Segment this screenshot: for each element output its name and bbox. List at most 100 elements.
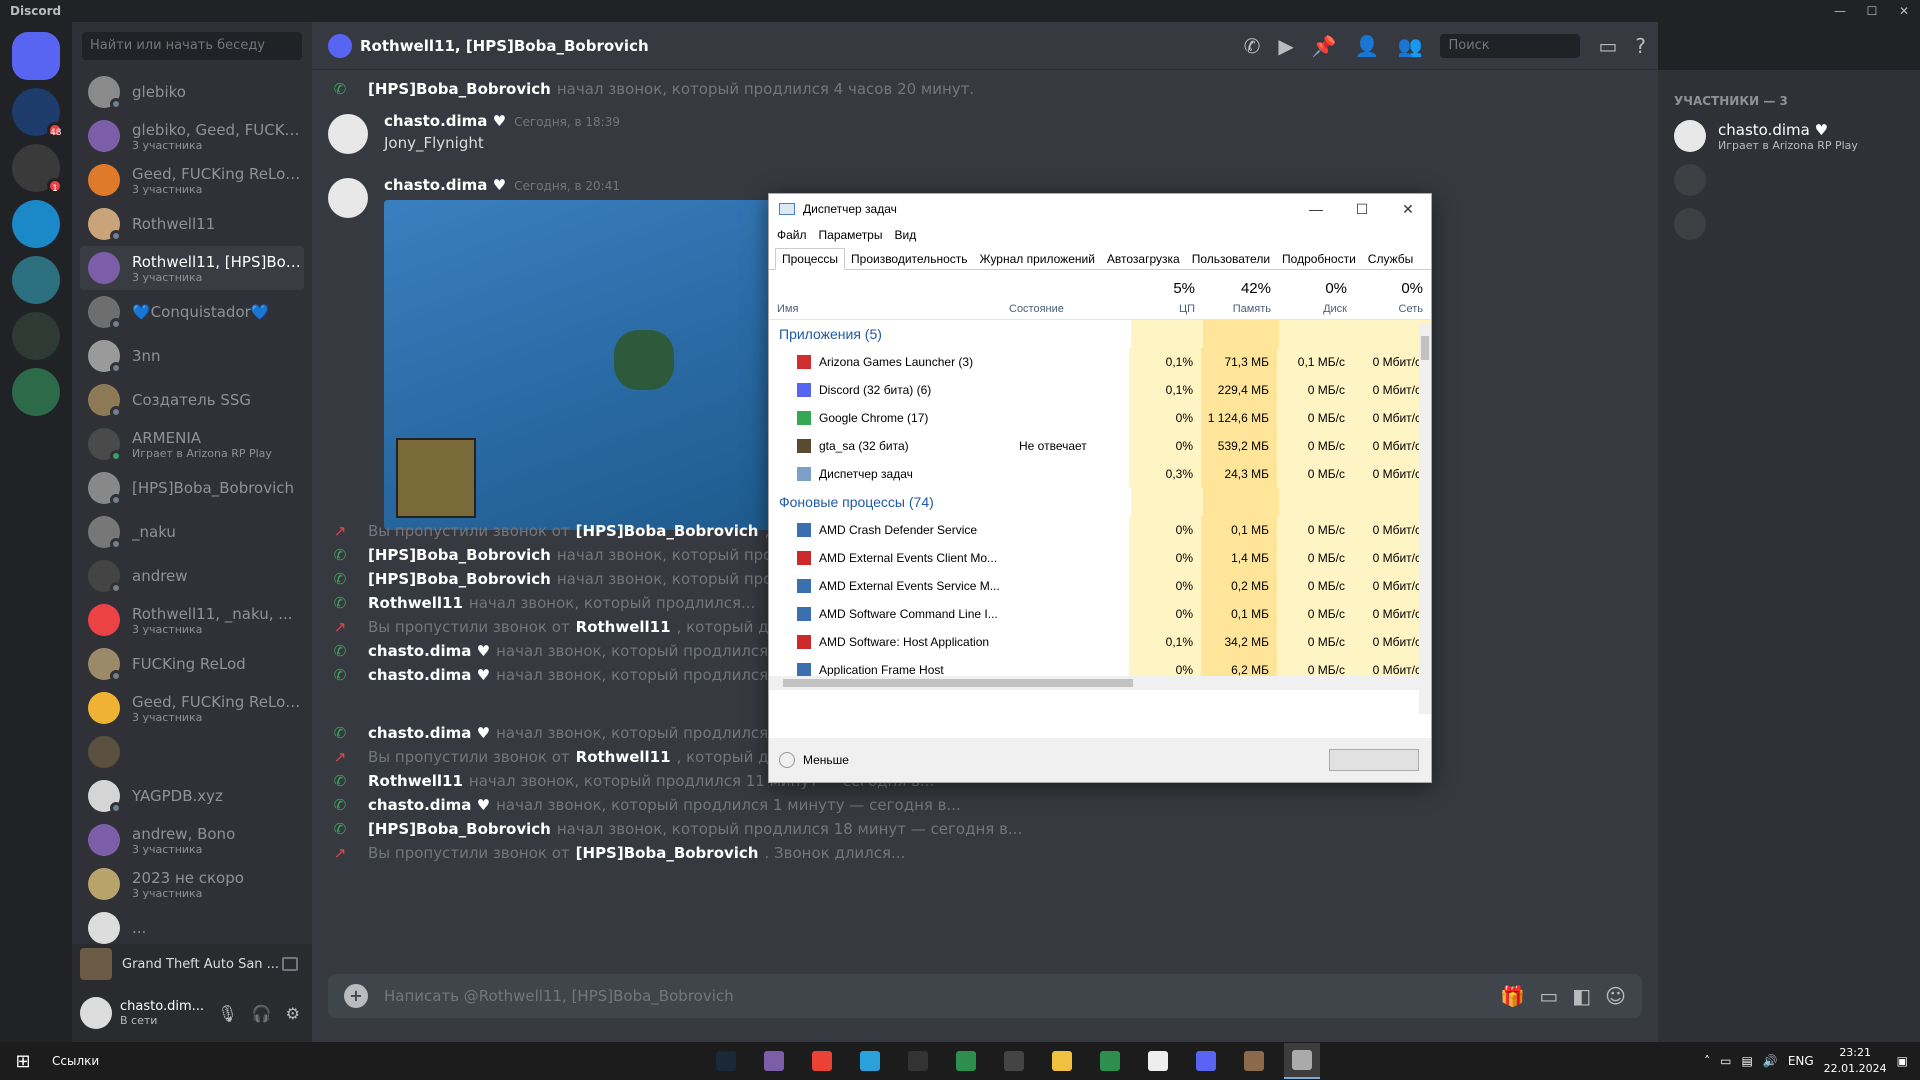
process-row[interactable]: Диспетчер задач 0,3% 24,3 МБ 0 МБ/с 0 Мбит/с (769, 460, 1431, 488)
settings-gear-icon[interactable]: ⚙ (286, 1004, 300, 1023)
app-icon[interactable] (948, 1043, 984, 1079)
stream-icon[interactable] (282, 957, 298, 971)
taskmgr-icon[interactable] (1284, 1043, 1320, 1079)
server-icon[interactable] (12, 256, 60, 304)
gta-icon[interactable] (1236, 1043, 1272, 1079)
gift-icon[interactable]: 🎁 (1500, 984, 1525, 1008)
server-icon[interactable]: 1 (12, 144, 63, 194)
dm-item[interactable]: glebiko (80, 70, 304, 114)
vertical-scrollbar[interactable] (1419, 324, 1431, 714)
gif-icon[interactable]: ▭ (1539, 984, 1558, 1008)
column-network[interactable]: 0% Сеть (1355, 270, 1431, 319)
dm-item[interactable]: YAGPDB.xyz (80, 774, 304, 818)
process-row[interactable]: AMD Software Command Line I... 0% 0,1 МБ 0 … (769, 600, 1431, 628)
language-indicator[interactable]: ENG (1788, 1054, 1814, 1068)
video-icon[interactable]: ▶ (1278, 34, 1293, 58)
server-icon[interactable] (12, 200, 60, 248)
call-icon[interactable]: ✆ (1244, 34, 1261, 58)
end-task-button[interactable] (1329, 749, 1419, 771)
dm-item[interactable]: 3nn (80, 334, 304, 378)
message-author[interactable]: Rothwell11 (368, 772, 463, 790)
microphone-icon[interactable]: 🎙 (217, 1004, 237, 1023)
dm-item[interactable]: Rothwell11, _naku, ... 3 участника (80, 598, 304, 642)
message-author[interactable]: chasto.dima ♥ (368, 724, 490, 742)
member-item[interactable] (1658, 202, 1920, 246)
menu-item[interactable]: Параметры (819, 228, 883, 242)
process-row[interactable]: Discord (32 бита) (6) 0,1% 229,4 МБ 0 МБ/с 0… (769, 376, 1431, 404)
chevron-up-icon[interactable] (779, 752, 795, 768)
dm-item[interactable]: Rothwell11 (80, 202, 304, 246)
headphones-icon[interactable]: 🎧 (252, 1004, 272, 1023)
avatar[interactable] (328, 114, 368, 154)
tab-item[interactable]: Пользователи (1186, 249, 1276, 269)
taskbar-links[interactable]: Ссылки (52, 1054, 99, 1068)
message-author[interactable]: chasto.dima ♥ Сегодня, в 18:39 (384, 112, 620, 130)
menu-item[interactable]: Вид (894, 228, 916, 242)
close-icon[interactable]: ✕ (1385, 201, 1431, 218)
member-item[interactable]: chasto.dima ♥ Играет в Arizona RP Play (1658, 114, 1920, 158)
chrome-icon[interactable] (804, 1043, 840, 1079)
dm-item[interactable]: 💙Conquistador💙 (80, 290, 304, 334)
column-state[interactable]: Состояние (1009, 303, 1064, 315)
process-row[interactable]: AMD Crash Defender Service 0% 0,1 МБ 0 МБ/с… (769, 516, 1431, 544)
network-icon[interactable]: ▤ (1742, 1054, 1753, 1068)
maximize-icon[interactable]: ☐ (1339, 201, 1385, 218)
windows-start-icon[interactable]: ⊞ (0, 1051, 46, 1072)
message-author[interactable]: Rothwell11 (576, 618, 671, 636)
discord-home-icon[interactable] (12, 32, 60, 80)
telegram-icon[interactable] (852, 1043, 888, 1079)
message-author[interactable]: chasto.dima ♥ (368, 666, 490, 684)
close-icon[interactable]: ✕ (1888, 4, 1920, 18)
inbox-icon[interactable]: ▭ (1598, 34, 1617, 58)
dm-item[interactable]: FUCKing ReLod (80, 642, 304, 686)
server-icon[interactable] (12, 368, 60, 416)
message-author[interactable]: [HPS]Boba_Bobrovich (368, 570, 551, 588)
menu-item[interactable]: Файл (777, 228, 807, 242)
screenshot-attachment[interactable] (384, 200, 784, 530)
process-row[interactable]: AMD Software: Host Application 0,1% 34,2 М… (769, 628, 1431, 656)
dm-item[interactable]: Rothwell11, [HPS]Bob... 3 участника (80, 246, 304, 290)
app2-icon[interactable] (1092, 1043, 1128, 1079)
discord-icon[interactable] (1188, 1043, 1224, 1079)
member-item[interactable] (1658, 158, 1920, 202)
message-input[interactable]: Написать @Rothwell11, [HPS]Boba_Bobrovic… (384, 987, 734, 1005)
horizontal-scrollbar[interactable] (769, 676, 1419, 690)
dm-item[interactable]: Создатель SSG (80, 378, 304, 422)
chevron-up-icon[interactable]: ˄ (1704, 1054, 1710, 1068)
message-author[interactable]: [HPS]Boba_Bobrovich (576, 522, 759, 540)
column-memory[interactable]: 42% Память (1203, 270, 1279, 319)
dm-item[interactable]: 2023 не скоро 3 участника (80, 862, 304, 906)
sticker-icon[interactable]: ◧ (1572, 984, 1591, 1008)
activity-bar[interactable]: Grand Theft Auto San ... (72, 944, 312, 984)
notifications-icon[interactable]: ▣ (1897, 1054, 1908, 1068)
tab-item[interactable]: Службы (1362, 249, 1419, 269)
tab-item[interactable]: Процессы (775, 248, 846, 270)
message-author[interactable]: [HPS]Boba_Bobrovich (576, 844, 759, 862)
tab-item[interactable]: Автозагрузка (1101, 249, 1186, 269)
dm-item[interactable]: andrew, Bono 3 участника (80, 818, 304, 862)
emoji-icon[interactable]: ☺ (1605, 984, 1626, 1008)
process-row[interactable]: Arizona Games Launcher (3) 0,1% 71,3 МБ 0,1… (769, 348, 1431, 376)
dm-item[interactable] (80, 730, 304, 774)
message-author[interactable]: Rothwell11 (576, 748, 671, 766)
fewer-details-link[interactable]: Меньше (803, 753, 849, 767)
volume-icon[interactable]: 🔊 (1763, 1054, 1778, 1068)
member-list-icon[interactable]: 👥 (1398, 34, 1423, 58)
explorer-icon[interactable] (1044, 1043, 1080, 1079)
dm-item[interactable]: glebiko, Geed, FUCKi... 3 участника (80, 114, 304, 158)
message-author[interactable]: [HPS]Boba_Bobrovich (368, 546, 551, 564)
add-attachment-icon[interactable]: + (344, 984, 368, 1008)
chat-search-input[interactable]: Поиск (1440, 33, 1581, 58)
clock[interactable]: 23:21 22.01.2024 (1824, 1045, 1887, 1077)
tool-icon[interactable] (900, 1043, 936, 1079)
steam-icon[interactable] (708, 1043, 744, 1079)
dm-item[interactable]: [HPS]Boba_Bobrovich (80, 466, 304, 510)
clock-app-icon[interactable] (1140, 1043, 1176, 1079)
server-icon[interactable]: 48 (12, 88, 63, 138)
message-author[interactable]: chasto.dima ♥ (368, 796, 490, 814)
column-name[interactable]: Имя (777, 303, 798, 315)
avatar[interactable] (80, 997, 112, 1029)
teams-icon[interactable] (756, 1043, 792, 1079)
process-row[interactable]: gta_sa (32 бита) Не отвечает 0% 539,2 МБ 0 М… (769, 432, 1431, 460)
tab-item[interactable]: Подробности (1276, 249, 1362, 269)
